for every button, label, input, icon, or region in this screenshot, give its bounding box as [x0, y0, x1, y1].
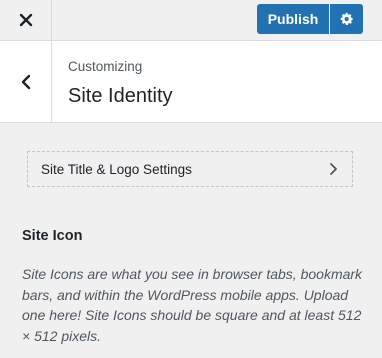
site-icon-title: Site Icon: [22, 228, 83, 244]
sub-section-label: Site Title & Logo Settings: [41, 162, 192, 177]
close-button[interactable]: [0, 0, 52, 40]
chevron-right-icon: [330, 163, 337, 175]
close-icon: [19, 13, 32, 27]
back-button[interactable]: [0, 41, 52, 122]
customizer-topbar: Publish: [0, 0, 382, 41]
gear-icon: [340, 12, 353, 26]
section-header: Customizing Site Identity: [0, 41, 382, 123]
publish-settings-button[interactable]: [330, 4, 363, 34]
site-title-logo-settings-button[interactable]: Site Title & Logo Settings: [27, 151, 353, 187]
publish-button[interactable]: Publish: [257, 4, 329, 34]
breadcrumb: Customizing: [68, 59, 143, 74]
page-title: Site Identity: [68, 85, 173, 107]
site-icon-description: Site Icons are what you see in browser t…: [22, 266, 363, 344]
chevron-left-icon: [21, 74, 30, 89]
publish-group: Publish: [257, 4, 363, 34]
